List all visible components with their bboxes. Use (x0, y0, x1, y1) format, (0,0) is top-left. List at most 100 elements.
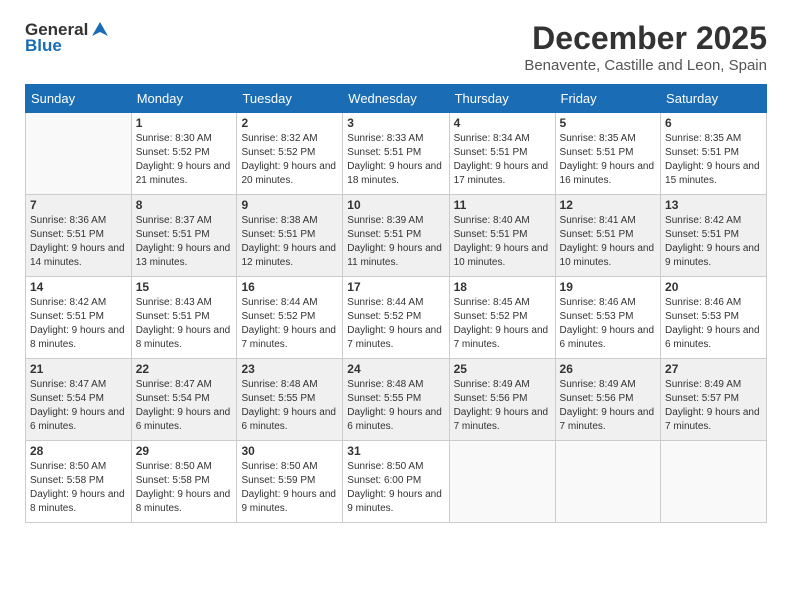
day-number: 31 (347, 444, 444, 458)
weekday-header-wednesday: Wednesday (343, 85, 449, 113)
day-number: 22 (136, 362, 233, 376)
day-info: Sunrise: 8:35 AMSunset: 5:51 PMDaylight:… (665, 132, 762, 188)
day-cell-9: 9 Sunrise: 8:38 AMSunset: 5:51 PMDaylight… (237, 195, 343, 277)
day-info: Sunrise: 8:47 AMSunset: 5:54 PMDaylight:… (136, 378, 233, 434)
day-cell-19: 19Sunrise: 8:46 AMSunset: 5:53 PMDayligh… (555, 277, 661, 359)
day-cell-28: 28 Sunrise: 8:50 AMSunset: 5:58 PMDayligh… (26, 441, 132, 523)
header: General Blue December 2025 Benavente, Ca… (25, 20, 767, 74)
day-cell-20: 20 Sunrise: 8:46 AMSunset: 5:53 PMDayligh… (661, 277, 767, 359)
day-number: 14 (30, 280, 127, 294)
empty-day-cell (661, 441, 767, 523)
day-info: Sunrise: 8:42 AMSunset: 5:51 PMDaylight:… (30, 296, 127, 352)
day-number: 25 (454, 362, 551, 376)
day-number: 12 (560, 198, 657, 212)
day-info: Sunrise: 8:40 AMSunset: 5:51 PMDaylight:… (454, 214, 551, 270)
day-number: 7 (30, 198, 127, 212)
day-info: Sunrise: 8:45 AMSunset: 5:52 PMDaylight:… (454, 296, 551, 352)
day-number: 11 (454, 198, 551, 212)
day-info: Sunrise: 8:44 AMSunset: 5:52 PMDaylight:… (347, 296, 444, 352)
day-cell-25: 25 Sunrise: 8:49 AMSunset: 5:56 PMDayligh… (449, 359, 555, 441)
weekday-header-row: SundayMondayTuesdayWednesdayThursdayFrid… (26, 85, 767, 113)
day-number: 13 (665, 198, 762, 212)
day-cell-24: 24 Sunrise: 8:48 AMSunset: 5:55 PMDayligh… (343, 359, 449, 441)
day-info: Sunrise: 8:48 AMSunset: 5:55 PMDaylight:… (241, 378, 338, 434)
day-info: Sunrise: 8:46 AMSunset: 5:53 PMDaylight:… (560, 296, 657, 352)
day-number: 20 (665, 280, 762, 294)
day-info: Sunrise: 8:50 AMSunset: 5:58 PMDaylight:… (30, 460, 127, 516)
day-info: Sunrise: 8:49 AMSunset: 5:56 PMDaylight:… (454, 378, 551, 434)
day-info: Sunrise: 8:35 AMSunset: 5:51 PMDaylight:… (560, 132, 657, 188)
day-cell-31: 31 Sunrise: 8:50 AMSunset: 6:00 PMDayligh… (343, 441, 449, 523)
day-number: 17 (347, 280, 444, 294)
day-info: Sunrise: 8:43 AMSunset: 5:51 PMDaylight:… (136, 296, 233, 352)
calendar-week-row: 1 Sunrise: 8:30 AMSunset: 5:52 PMDaylight… (26, 113, 767, 195)
day-number: 8 (136, 198, 233, 212)
day-info: Sunrise: 8:42 AMSunset: 5:51 PMDaylight:… (665, 214, 762, 270)
day-info: Sunrise: 8:46 AMSunset: 5:53 PMDaylight:… (665, 296, 762, 352)
day-number: 15 (136, 280, 233, 294)
day-number: 16 (241, 280, 338, 294)
weekday-header-saturday: Saturday (661, 85, 767, 113)
day-number: 4 (454, 116, 551, 130)
logo: General Blue (25, 20, 110, 56)
day-number: 6 (665, 116, 762, 130)
day-cell-23: 23 Sunrise: 8:48 AMSunset: 5:55 PMDayligh… (237, 359, 343, 441)
day-cell-16: 16 Sunrise: 8:44 AMSunset: 5:52 PMDayligh… (237, 277, 343, 359)
day-info: Sunrise: 8:50 AMSunset: 5:59 PMDaylight:… (241, 460, 338, 516)
day-cell-5: 5 Sunrise: 8:35 AMSunset: 5:51 PMDaylight… (555, 113, 661, 195)
day-cell-2: 2 Sunrise: 8:32 AMSunset: 5:52 PMDaylight… (237, 113, 343, 195)
month-title: December 2025 (524, 20, 767, 57)
day-number: 24 (347, 362, 444, 376)
day-info: Sunrise: 8:49 AMSunset: 5:57 PMDaylight:… (665, 378, 762, 434)
day-cell-11: 11 Sunrise: 8:40 AMSunset: 5:51 PMDayligh… (449, 195, 555, 277)
day-number: 26 (560, 362, 657, 376)
day-number: 9 (241, 198, 338, 212)
day-number: 18 (454, 280, 551, 294)
day-number: 3 (347, 116, 444, 130)
day-cell-6: 6 Sunrise: 8:35 AMSunset: 5:51 PMDaylight… (661, 113, 767, 195)
weekday-header-thursday: Thursday (449, 85, 555, 113)
day-cell-15: 15 Sunrise: 8:43 AMSunset: 5:51 PMDayligh… (131, 277, 237, 359)
day-number: 29 (136, 444, 233, 458)
logo-blue: Blue (25, 36, 62, 56)
calendar-week-row: 7Sunrise: 8:36 AMSunset: 5:51 PMDaylight… (26, 195, 767, 277)
day-number: 2 (241, 116, 338, 130)
day-info: Sunrise: 8:30 AMSunset: 5:52 PMDaylight:… (136, 132, 233, 188)
day-number: 10 (347, 198, 444, 212)
day-number: 5 (560, 116, 657, 130)
day-info: Sunrise: 8:39 AMSunset: 5:51 PMDaylight:… (347, 214, 444, 270)
day-info: Sunrise: 8:32 AMSunset: 5:52 PMDaylight:… (241, 132, 338, 188)
day-info: Sunrise: 8:33 AMSunset: 5:51 PMDaylight:… (347, 132, 444, 188)
day-info: Sunrise: 8:44 AMSunset: 5:52 PMDaylight:… (241, 296, 338, 352)
day-cell-1: 1 Sunrise: 8:30 AMSunset: 5:52 PMDaylight… (131, 113, 237, 195)
title-area: December 2025 Benavente, Castille and Le… (524, 20, 767, 74)
empty-day-cell (449, 441, 555, 523)
day-cell-13: 13 Sunrise: 8:42 AMSunset: 5:51 PMDayligh… (661, 195, 767, 277)
weekday-header-monday: Monday (131, 85, 237, 113)
logo-bird-icon (90, 20, 110, 40)
day-info: Sunrise: 8:48 AMSunset: 5:55 PMDaylight:… (347, 378, 444, 434)
day-cell-14: 14 Sunrise: 8:42 AMSunset: 5:51 PMDayligh… (26, 277, 132, 359)
day-cell-7: 7Sunrise: 8:36 AMSunset: 5:51 PMDaylight… (26, 195, 132, 277)
day-cell-12: 12Sunrise: 8:41 AMSunset: 5:51 PMDayligh… (555, 195, 661, 277)
day-cell-10: 10 Sunrise: 8:39 AMSunset: 5:51 PMDayligh… (343, 195, 449, 277)
day-cell-26: 26 Sunrise: 8:49 AMSunset: 5:56 PMDayligh… (555, 359, 661, 441)
day-cell-17: 17 Sunrise: 8:44 AMSunset: 5:52 PMDayligh… (343, 277, 449, 359)
day-number: 28 (30, 444, 127, 458)
day-info: Sunrise: 8:49 AMSunset: 5:56 PMDaylight:… (560, 378, 657, 434)
day-info: Sunrise: 8:37 AMSunset: 5:51 PMDaylight:… (136, 214, 233, 270)
weekday-header-friday: Friday (555, 85, 661, 113)
day-number: 21 (30, 362, 127, 376)
weekday-header-sunday: Sunday (26, 85, 132, 113)
empty-day-cell (26, 113, 132, 195)
day-cell-18: 18 Sunrise: 8:45 AMSunset: 5:52 PMDayligh… (449, 277, 555, 359)
calendar-week-row: 14 Sunrise: 8:42 AMSunset: 5:51 PMDayligh… (26, 277, 767, 359)
day-number: 1 (136, 116, 233, 130)
day-info: Sunrise: 8:50 AMSunset: 6:00 PMDaylight:… (347, 460, 444, 516)
day-info: Sunrise: 8:38 AMSunset: 5:51 PMDaylight:… (241, 214, 338, 270)
day-number: 23 (241, 362, 338, 376)
calendar-week-row: 28 Sunrise: 8:50 AMSunset: 5:58 PMDayligh… (26, 441, 767, 523)
weekday-header-tuesday: Tuesday (237, 85, 343, 113)
day-cell-4: 4Sunrise: 8:34 AMSunset: 5:51 PMDaylight… (449, 113, 555, 195)
day-cell-3: 3 Sunrise: 8:33 AMSunset: 5:51 PMDaylight… (343, 113, 449, 195)
